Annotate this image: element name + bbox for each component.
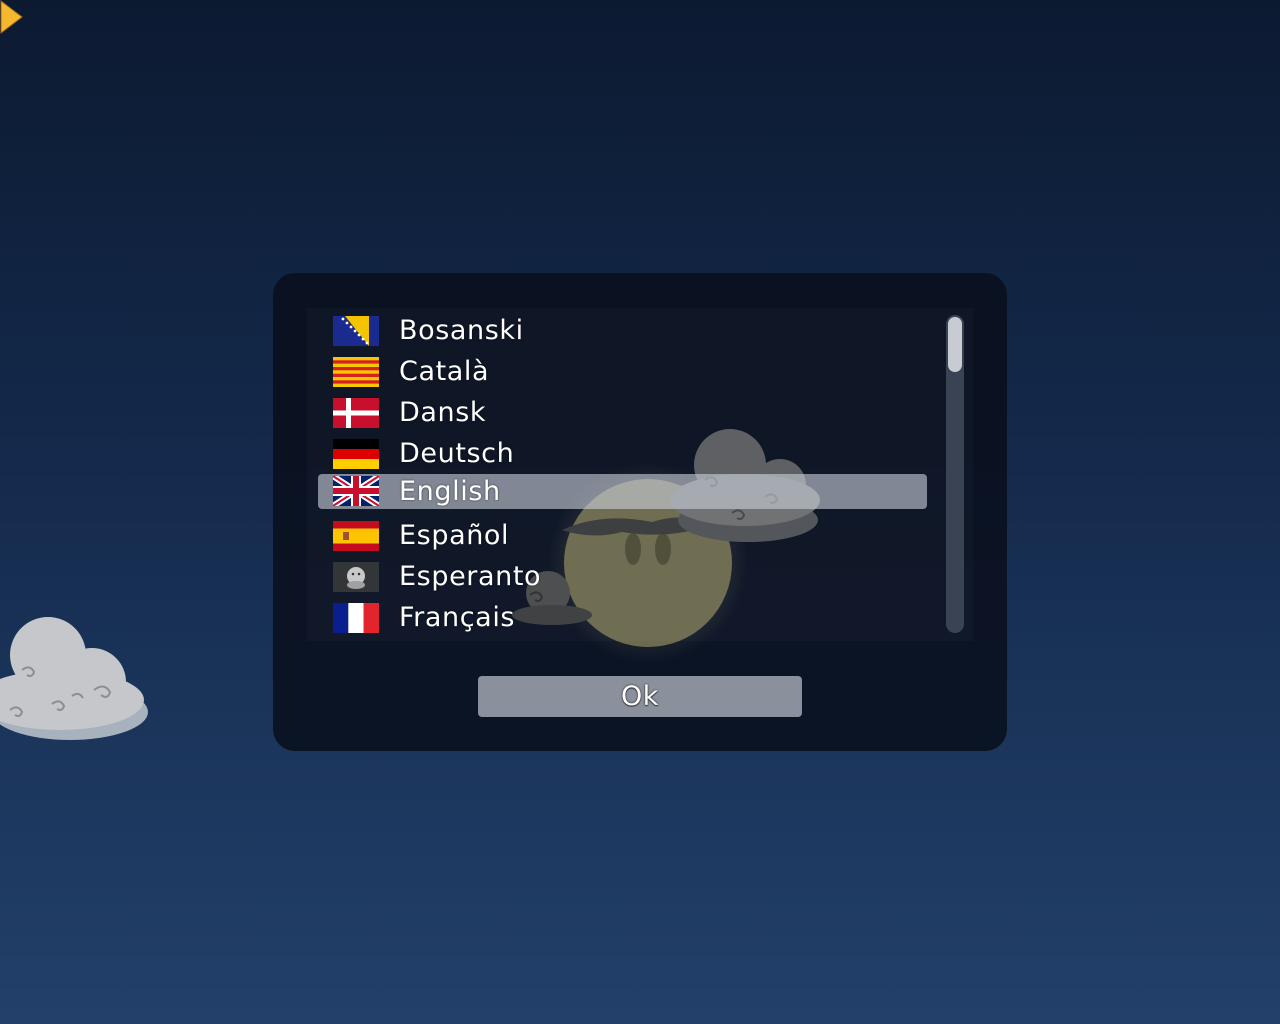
language-label: English [399,476,501,507]
language-label: Català [399,356,490,387]
cloud-decoration-icon [0,617,148,740]
list-item[interactable]: Français [318,600,927,635]
denmark-flag-icon [333,398,379,428]
bosnia-flag-icon [333,316,379,346]
catalonia-flag-icon [333,357,379,387]
language-label: Dansk [399,397,487,428]
language-label: Deutsch [399,438,515,469]
list-item[interactable]: Català [318,354,927,389]
mouse-cursor-icon [0,0,23,35]
list-item-selected[interactable]: English [318,474,927,509]
language-label: Español [399,520,510,551]
list-item[interactable]: Español [318,518,927,553]
language-label: Français [399,602,516,633]
spain-flag-icon [333,521,379,551]
ok-button[interactable]: Ok [478,676,802,717]
germany-flag-icon [333,439,379,469]
esperanto-flag-icon [333,562,379,592]
scrollbar-thumb[interactable] [948,317,962,372]
language-label: Esperanto [399,561,542,592]
language-label: Bosanski [399,315,524,346]
list-item[interactable]: Bosanski [318,313,927,348]
list-item[interactable] [318,638,927,641]
list-item[interactable]: Deutsch [318,436,927,471]
france-flag-icon [333,603,379,633]
list-item[interactable]: Esperanto [318,559,927,594]
list-item[interactable]: Dansk [318,395,927,430]
uk-flag-icon [333,476,379,506]
list-scrollbar[interactable] [946,315,964,633]
language-list[interactable]: Bosanski Català Dansk Deutsch English Es… [307,308,973,641]
